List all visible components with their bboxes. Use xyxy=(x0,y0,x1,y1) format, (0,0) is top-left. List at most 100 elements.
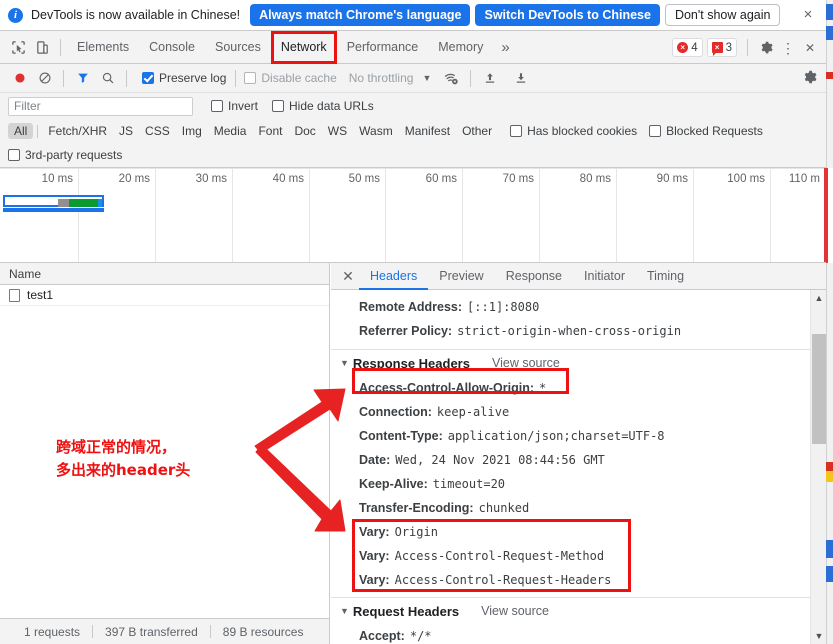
network-settings-gear-icon[interactable] xyxy=(802,69,818,88)
search-icon[interactable] xyxy=(95,66,120,91)
type-filter-ws[interactable]: WS xyxy=(322,123,353,139)
type-filter-all[interactable]: All xyxy=(8,123,33,139)
invert-label: Invert xyxy=(228,99,258,113)
device-toolbar-icon[interactable] xyxy=(30,35,54,59)
document-file-icon xyxy=(9,289,20,302)
view-source-link[interactable]: View source xyxy=(492,356,560,370)
chevron-down-icon[interactable]: ▼ xyxy=(422,73,431,83)
header-name: Keep-Alive: xyxy=(359,472,428,496)
header-name: Referrer Policy: xyxy=(359,319,452,343)
clear-network-log-icon[interactable] xyxy=(32,66,57,91)
issue-count-chip[interactable]: × 3 xyxy=(707,38,737,57)
tab-response[interactable]: Response xyxy=(495,263,573,290)
overview-selection-handle[interactable] xyxy=(3,208,104,212)
tab-performance[interactable]: Performance xyxy=(337,31,429,64)
tab-headers[interactable]: Headers xyxy=(359,263,428,290)
more-options-icon[interactable]: ⋮ xyxy=(778,43,798,53)
third-party-requests-box[interactable] xyxy=(8,149,20,161)
invert-box[interactable] xyxy=(211,100,223,112)
disable-cache-label: Disable cache xyxy=(261,71,336,85)
tab-preview[interactable]: Preview xyxy=(428,263,494,290)
tab-console[interactable]: Console xyxy=(139,31,205,64)
throttling-select[interactable]: No throttling xyxy=(349,71,414,85)
search-input[interactable] xyxy=(8,97,193,116)
type-filter-other[interactable]: Other xyxy=(456,123,498,139)
scroll-down-icon[interactable]: ▼ xyxy=(811,628,827,644)
invert-checkbox[interactable]: Invert xyxy=(211,99,258,113)
background-window-sliver xyxy=(826,0,833,644)
blocked-requests-checkbox[interactable]: Blocked Requests xyxy=(649,124,763,138)
infobar-message: DevTools is now available in Chinese! xyxy=(31,8,240,22)
view-source-link[interactable]: View source xyxy=(481,604,549,618)
filter-icon[interactable] xyxy=(70,66,95,91)
import-har-icon[interactable] xyxy=(477,66,502,91)
tick-label: 20 ms xyxy=(119,173,150,185)
dont-show-again-button[interactable]: Don't show again xyxy=(665,4,781,26)
close-icon[interactable]: × xyxy=(800,7,816,23)
blocked-requests-box[interactable] xyxy=(649,125,661,137)
more-tabs-icon[interactable]: » xyxy=(493,31,517,64)
table-row[interactable]: test1 xyxy=(0,285,329,306)
request-headers-section-header[interactable]: ▼ Request Headers View source xyxy=(331,598,826,624)
type-filter-wasm[interactable]: Wasm xyxy=(353,123,399,139)
issue-bubble-icon: × xyxy=(712,42,723,53)
gear-icon[interactable] xyxy=(754,36,778,60)
tab-timing[interactable]: Timing xyxy=(636,263,695,290)
header-name: Connection: xyxy=(359,400,432,424)
close-detail-icon[interactable]: ✕ xyxy=(337,268,359,285)
network-conditions-wifi-icon[interactable] xyxy=(439,66,464,91)
tab-initiator[interactable]: Initiator xyxy=(573,263,636,290)
type-filter-doc[interactable]: Doc xyxy=(288,123,321,139)
has-blocked-cookies-checkbox[interactable]: Has blocked cookies xyxy=(510,124,637,138)
type-filter-font[interactable]: Font xyxy=(252,123,288,139)
disable-cache-checkbox[interactable]: Disable cache xyxy=(244,71,336,85)
has-blocked-cookies-box[interactable] xyxy=(510,125,522,137)
record-button[interactable] xyxy=(7,66,32,91)
overview-selection-window[interactable] xyxy=(3,195,104,207)
header-value: timeout=20 xyxy=(433,472,505,496)
export-har-icon[interactable] xyxy=(508,66,533,91)
overview-ticks: 10 ms 20 ms 30 ms 40 ms 50 ms 60 ms 70 m… xyxy=(0,168,826,263)
tab-sources[interactable]: Sources xyxy=(205,31,271,64)
overview-wait-segment xyxy=(58,199,69,207)
header-name: Vary: xyxy=(359,568,390,592)
chevron-down-icon[interactable]: ▼ xyxy=(340,606,349,616)
type-filter-css[interactable]: CSS xyxy=(139,123,176,139)
scrollbar-thumb[interactable] xyxy=(812,334,826,444)
detail-tabstrip: ✕ Headers Preview Response Initiator Tim… xyxy=(331,263,826,290)
response-headers-section-header[interactable]: ▼ Response Headers View source xyxy=(331,350,826,376)
close-devtools-icon[interactable]: ✕ xyxy=(798,36,822,60)
tab-memory[interactable]: Memory xyxy=(428,31,493,64)
chevron-down-icon[interactable]: ▼ xyxy=(340,358,349,368)
resource-type-filters: All Fetch/XHR JS CSS Img Media Font Doc … xyxy=(0,119,826,143)
tick-label: 10 ms xyxy=(42,173,73,185)
scroll-up-icon[interactable]: ▲ xyxy=(811,290,827,306)
type-filter-manifest[interactable]: Manifest xyxy=(399,123,456,139)
column-header-name[interactable]: Name xyxy=(9,267,41,281)
detail-scrollbar[interactable]: ▲ ▼ xyxy=(810,290,826,644)
toolbar-divider xyxy=(126,70,127,87)
hide-data-urls-box[interactable] xyxy=(272,100,284,112)
header-name: Remote Address: xyxy=(359,295,462,319)
preserve-log-box[interactable] xyxy=(142,72,154,84)
disable-cache-box[interactable] xyxy=(244,72,256,84)
type-filter-media[interactable]: Media xyxy=(208,123,253,139)
type-filter-js[interactable]: JS xyxy=(113,123,139,139)
type-filter-img[interactable]: Img xyxy=(176,123,208,139)
tab-network[interactable]: Network xyxy=(271,31,337,64)
header-row: Vary: Origin xyxy=(331,520,826,544)
hide-data-urls-checkbox[interactable]: Hide data URLs xyxy=(272,99,374,113)
inspect-element-icon[interactable] xyxy=(6,35,30,59)
tab-elements[interactable]: Elements xyxy=(67,31,139,64)
header-row: Access-Control-Allow-Origin: * xyxy=(331,376,826,400)
third-party-requests-checkbox[interactable]: 3rd-party requests xyxy=(8,148,122,162)
always-match-chrome-language-button[interactable]: Always match Chrome's language xyxy=(250,4,470,26)
request-count: 1 requests xyxy=(12,625,92,639)
preserve-log-checkbox[interactable]: Preserve log xyxy=(142,71,226,85)
third-party-requests-label: 3rd-party requests xyxy=(25,148,122,162)
switch-devtools-to-chinese-button[interactable]: Switch DevTools to Chinese xyxy=(475,4,659,26)
error-count-chip[interactable]: × 4 xyxy=(672,38,702,57)
type-filter-fetch-xhr[interactable]: Fetch/XHR xyxy=(42,123,113,139)
network-overview-timeline[interactable]: 10 ms 20 ms 30 ms 40 ms 50 ms 60 ms 70 m… xyxy=(0,168,826,263)
has-blocked-cookies-label: Has blocked cookies xyxy=(527,124,637,138)
